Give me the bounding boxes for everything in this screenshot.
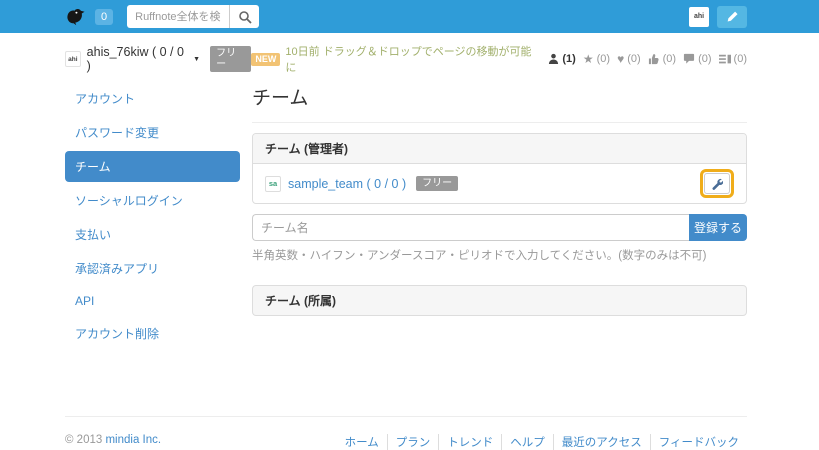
stars-stat[interactable]: ★ (0) bbox=[583, 53, 610, 65]
likes-count: (0) bbox=[663, 53, 676, 65]
likes-stat[interactable]: (0) bbox=[648, 53, 676, 65]
sidebar-item-payment[interactable]: 支払い bbox=[65, 219, 240, 250]
pages-stat[interactable]: (0) bbox=[719, 53, 747, 65]
members-count: (1) bbox=[562, 53, 575, 65]
wrench-highlight-box bbox=[700, 169, 734, 198]
team-name-link[interactable]: sample_team ( 0 / 0 ) bbox=[288, 177, 406, 191]
sidebar-item-delete-account[interactable]: アカウント削除 bbox=[65, 318, 240, 349]
person-icon bbox=[548, 53, 559, 65]
team-plan-badge: フリー bbox=[416, 176, 458, 191]
caret-down-icon[interactable]: ▼ bbox=[193, 56, 200, 63]
thumbs-up-icon bbox=[648, 53, 660, 65]
pages-count: (0) bbox=[734, 53, 747, 65]
user-avatar[interactable]: ahi bbox=[689, 7, 709, 27]
footer-link-trend[interactable]: トレンド bbox=[438, 434, 501, 450]
search-button[interactable] bbox=[229, 5, 259, 28]
account-name[interactable]: ahis_76kiw ( 0 / 0 ) bbox=[87, 45, 190, 73]
page-title: チーム bbox=[252, 83, 747, 123]
star-icon: ★ bbox=[583, 53, 594, 65]
comments-count: (0) bbox=[698, 53, 711, 65]
members-stat[interactable]: (1) bbox=[548, 53, 575, 65]
hearts-stat[interactable]: ♥ (0) bbox=[617, 53, 641, 65]
new-badge: NEW bbox=[251, 53, 280, 66]
footer-links: ホーム プラン トレンド ヘルプ 最近のアクセス フィードバック bbox=[337, 434, 747, 450]
bird-logo-icon[interactable] bbox=[65, 8, 87, 26]
plan-badge: フリー bbox=[210, 46, 251, 72]
footer: © 2013 mindia Inc. ホーム プラン トレンド ヘルプ 最近のア… bbox=[65, 416, 747, 450]
new-note-button[interactable] bbox=[717, 6, 747, 28]
user-bar: ahi ahis_76kiw ( 0 / 0 ) ▼ フリー NEW 10日前 … bbox=[65, 43, 747, 75]
sidebar-item-api[interactable]: API bbox=[65, 287, 240, 315]
notification-count-badge[interactable]: 0 bbox=[95, 9, 113, 25]
footer-link-feedback[interactable]: フィードバック bbox=[650, 434, 747, 450]
comment-icon bbox=[683, 53, 695, 65]
create-team-form: 登録する bbox=[252, 214, 747, 241]
stars-count: (0) bbox=[597, 53, 610, 65]
team-settings-button[interactable] bbox=[704, 173, 730, 194]
search-icon bbox=[238, 10, 252, 24]
footer-link-plan[interactable]: プラン bbox=[387, 434, 439, 450]
team-name-help-text: 半角英数・ハイフン・アンダースコア・ピリオドで入力してください。(数字のみは不可… bbox=[252, 247, 747, 263]
team-row: sa sample_team ( 0 / 0 ) フリー bbox=[253, 164, 746, 203]
sidebar-item-account[interactable]: アカウント bbox=[65, 83, 240, 114]
list-icon bbox=[719, 54, 731, 65]
team-avatar: sa bbox=[265, 176, 281, 192]
top-navbar: 0 ahi bbox=[0, 0, 819, 33]
footer-link-help[interactable]: ヘルプ bbox=[501, 434, 553, 450]
announcement-link[interactable]: 10日前 ドラッグ＆ドロップでページの移動が可能に bbox=[285, 43, 533, 75]
wrench-icon bbox=[711, 178, 723, 190]
copyright-year: © 2013 bbox=[65, 434, 102, 446]
global-search bbox=[127, 5, 259, 28]
copyright: © 2013 mindia Inc. bbox=[65, 434, 161, 450]
sidebar-item-approved-apps[interactable]: 承認済みアプリ bbox=[65, 253, 240, 284]
footer-link-home[interactable]: ホーム bbox=[337, 434, 387, 450]
search-input[interactable] bbox=[127, 5, 229, 28]
company-link[interactable]: mindia Inc. bbox=[105, 434, 161, 446]
hearts-count: (0) bbox=[627, 53, 640, 65]
admin-teams-panel: チーム (管理者) sa sample_team ( 0 / 0 ) フリー bbox=[252, 133, 747, 204]
team-name-input[interactable] bbox=[252, 214, 689, 241]
member-teams-panel-header: チーム (所属) bbox=[252, 285, 747, 316]
account-avatar[interactable]: ahi bbox=[65, 51, 81, 67]
admin-teams-panel-header: チーム (管理者) bbox=[253, 134, 746, 164]
pencil-icon bbox=[726, 10, 739, 23]
settings-sidebar: アカウント パスワード変更 チーム ソーシャルログイン 支払い 承認済みアプリ … bbox=[65, 83, 240, 352]
sidebar-item-password[interactable]: パスワード変更 bbox=[65, 117, 240, 148]
comments-stat[interactable]: (0) bbox=[683, 53, 711, 65]
heart-icon: ♥ bbox=[617, 53, 624, 65]
footer-link-recent-access[interactable]: 最近のアクセス bbox=[553, 434, 650, 450]
register-team-button[interactable]: 登録する bbox=[689, 214, 747, 241]
sidebar-item-team[interactable]: チーム bbox=[65, 151, 240, 182]
sidebar-item-social-login[interactable]: ソーシャルログイン bbox=[65, 185, 240, 216]
